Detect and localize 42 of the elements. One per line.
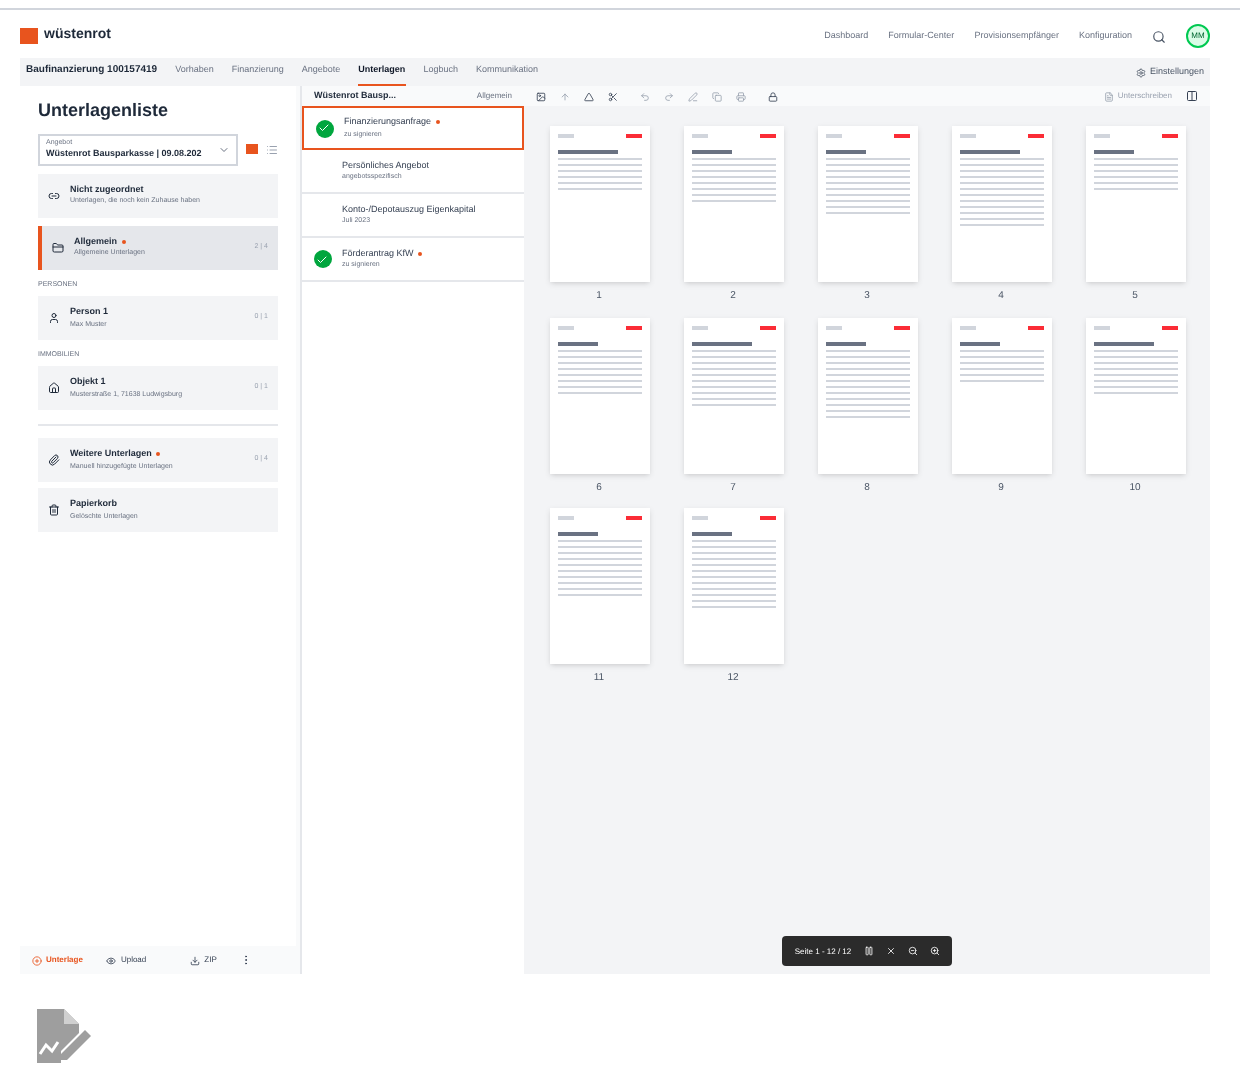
document-icon — [1103, 91, 1114, 101]
chevron-down-icon — [218, 143, 230, 155]
page-thumbnail[interactable] — [683, 126, 783, 282]
download-icon — [190, 955, 201, 965]
logo-icon — [20, 28, 38, 44]
undo-icon[interactable] — [640, 91, 650, 101]
page-thumbnail[interactable] — [817, 126, 917, 282]
settings-icon — [1135, 67, 1146, 77]
page-thumbnail[interactable] — [549, 508, 649, 664]
plus-circle-icon — [32, 955, 42, 965]
page-thumbnail[interactable] — [1085, 126, 1185, 282]
page-thumbnail[interactable] — [817, 317, 917, 473]
link-icon — [48, 189, 60, 201]
page-thumbnail[interactable] — [1085, 317, 1185, 473]
copy-icon[interactable] — [712, 91, 722, 101]
page-thumbnail[interactable] — [951, 126, 1051, 282]
triangle-icon[interactable] — [584, 91, 594, 101]
redo-icon[interactable] — [664, 91, 674, 101]
image-icon[interactable] — [536, 91, 546, 101]
list-icon[interactable] — [266, 143, 278, 155]
paperclip-icon — [48, 454, 60, 466]
page-thumbnail[interactable] — [683, 508, 783, 664]
pause-icon[interactable] — [863, 946, 874, 956]
eye-icon — [106, 955, 117, 965]
zoom-out-icon[interactable] — [907, 946, 918, 956]
print-icon[interactable] — [736, 91, 746, 101]
search-icon[interactable] — [1152, 29, 1166, 43]
lock-icon[interactable] — [768, 91, 778, 101]
upload-icon[interactable] — [560, 91, 570, 101]
panel-toggle-icon[interactable] — [1186, 90, 1198, 102]
page-thumbnail[interactable] — [683, 317, 783, 473]
zoom-in-icon[interactable] — [929, 946, 940, 956]
person-icon — [48, 311, 60, 324]
house-icon — [48, 382, 60, 394]
page-thumbnail[interactable] — [549, 126, 649, 282]
page-thumbnail[interactable] — [951, 317, 1051, 473]
scissors-icon[interactable] — [608, 91, 618, 101]
panel-title: Unterlagenliste — [38, 98, 171, 124]
trash-icon — [48, 504, 60, 516]
folder-icon — [52, 241, 64, 253]
pen-icon[interactable] — [688, 91, 698, 101]
page-thumbnail[interactable] — [549, 317, 649, 473]
